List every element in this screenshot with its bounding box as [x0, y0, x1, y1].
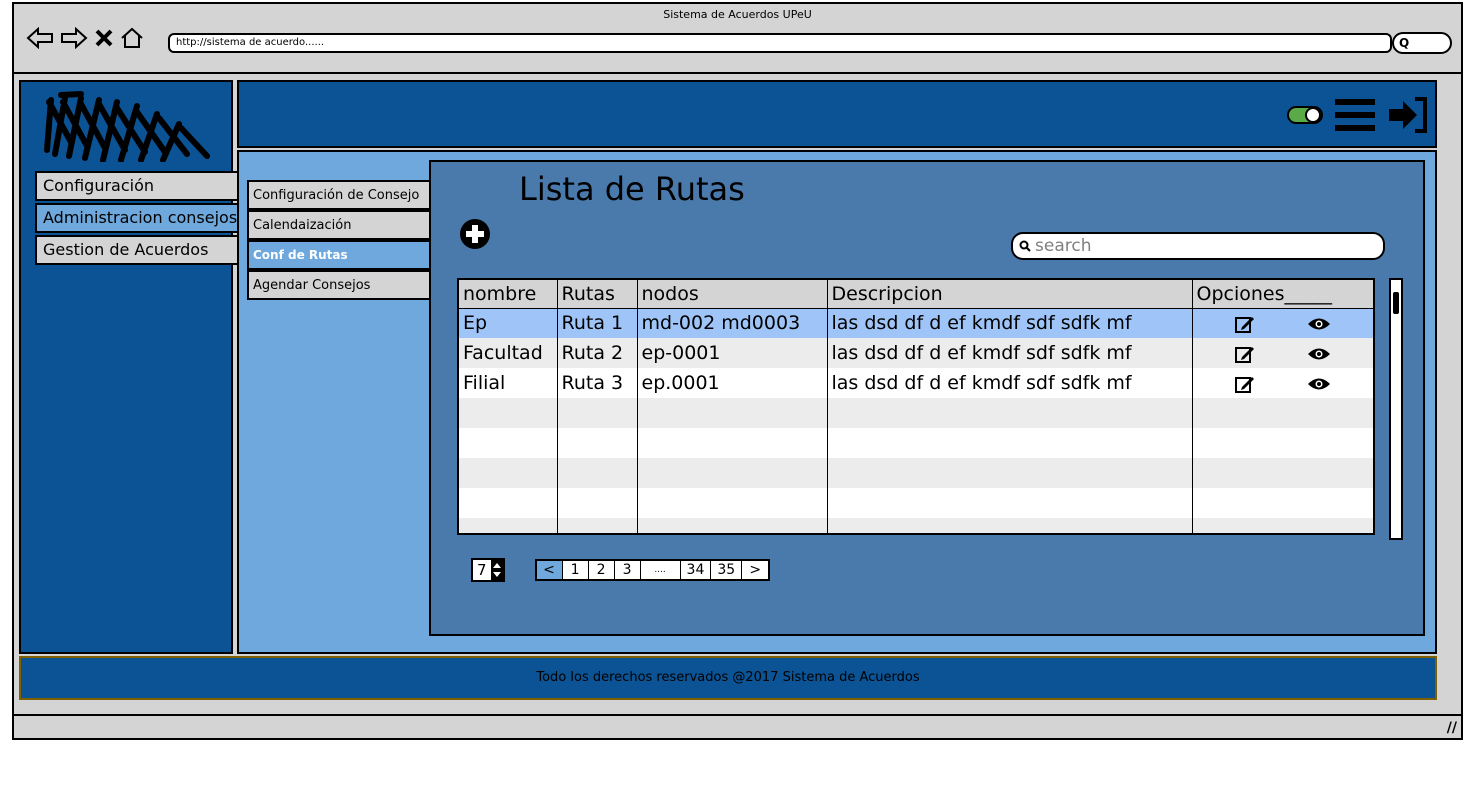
pagination-bar: 7 < 1 2 3 .... 34 35 >: [471, 558, 771, 582]
forward-arrow-icon[interactable]: [60, 27, 88, 49]
page-next[interactable]: >: [742, 561, 768, 579]
submenu-item-agendar-consejos[interactable]: Agendar Consejos: [247, 270, 433, 300]
page-size-value: 7: [477, 561, 487, 579]
resize-handle-icon[interactable]: //: [1447, 720, 1457, 736]
footer-text: Todo los derechos reservados @2017 Siste…: [536, 670, 920, 685]
page-1[interactable]: 1: [563, 561, 589, 579]
table-row: [459, 458, 1373, 488]
close-icon[interactable]: [94, 28, 114, 48]
table-row[interactable]: Facultad Ruta 2 ep-0001 las dsd df d ef …: [459, 338, 1373, 368]
edit-icon[interactable]: [1234, 374, 1256, 394]
cell-nombre: Filial: [459, 368, 558, 398]
side-menu: Configuración Administracion consejos Ge…: [35, 171, 239, 267]
table-row[interactable]: Filial Ruta 3 ep.0001 las dsd df d ef km…: [459, 368, 1373, 398]
cell-nodos: md-002 md0003: [637, 308, 828, 338]
view-eye-icon[interactable]: [1307, 317, 1331, 331]
edit-icon[interactable]: [1234, 314, 1256, 334]
sidebar: Configuración Administracion consejos Ge…: [19, 80, 239, 654]
browser-nav: [26, 24, 144, 52]
stepper-arrows-icon[interactable]: [490, 560, 503, 580]
page-2[interactable]: 2: [589, 561, 615, 579]
back-arrow-icon[interactable]: [26, 27, 54, 49]
submenu-item-calendaizacion[interactable]: Calendaización: [247, 210, 433, 240]
table-row: [459, 398, 1373, 428]
edit-icon[interactable]: [1234, 344, 1256, 364]
cell-opciones: [1192, 338, 1373, 368]
table-row[interactable]: Ep Ruta 1 md-002 md0003 las dsd df d ef …: [459, 308, 1373, 338]
column-header-rutas[interactable]: Rutas: [557, 280, 638, 309]
routes-panel: Lista de Rutas search nombre Rutas nodos…: [429, 160, 1425, 636]
view-eye-icon[interactable]: [1307, 347, 1331, 361]
page-ellipsis: ....: [641, 561, 681, 579]
submenu-item-configuracion-consejo[interactable]: Configuración de Consejo: [247, 180, 433, 210]
home-icon[interactable]: [120, 27, 144, 49]
table-row: [459, 428, 1373, 458]
status-divider: [14, 714, 1461, 716]
add-route-button[interactable]: [459, 218, 491, 250]
scroll-thumb[interactable]: [1393, 292, 1399, 314]
cell-nodos: ep-0001: [637, 338, 828, 368]
chrome-divider: [14, 72, 1461, 74]
page-3[interactable]: 3: [615, 561, 641, 579]
sidebar-item-configuracion[interactable]: Configuración: [35, 171, 239, 201]
routes-table: nombre Rutas nodos Descripcion Opciones_…: [457, 278, 1375, 535]
logo-scribble-icon: [44, 91, 210, 162]
sidebar-item-administracion-consejos[interactable]: Administracion consejos: [35, 203, 239, 233]
cell-opciones: [1192, 308, 1373, 338]
page-title: Lista de Rutas: [519, 170, 745, 208]
cell-nombre: Facultad: [459, 338, 558, 368]
cell-descripcion: las dsd df d ef kmdf sdf sdfk mf: [827, 338, 1193, 368]
table-scrollbar[interactable]: [1389, 278, 1403, 540]
view-eye-icon[interactable]: [1307, 377, 1331, 391]
browser-search-button[interactable]: Q: [1392, 32, 1452, 54]
cell-rutas: Ruta 2: [557, 338, 638, 368]
pagination: < 1 2 3 .... 34 35 >: [534, 559, 771, 581]
column-header-nodos[interactable]: nodos: [637, 280, 828, 309]
cell-descripcion: las dsd df d ef kmdf sdf sdfk mf: [827, 308, 1193, 338]
page-34[interactable]: 34: [681, 561, 712, 579]
header-icons: [1287, 96, 1429, 134]
search-pill-label: Q: [1399, 36, 1410, 50]
toggle-switch-icon[interactable]: [1287, 104, 1323, 126]
column-header-descripcion[interactable]: Descripcion: [827, 280, 1193, 309]
search-input[interactable]: search: [1011, 232, 1385, 260]
page-35[interactable]: 35: [711, 561, 743, 579]
table-row: [459, 488, 1373, 518]
cell-descripcion: las dsd df d ef kmdf sdf sdfk mf: [827, 368, 1193, 398]
search-icon: [1019, 240, 1031, 252]
menu-icon[interactable]: [1333, 97, 1377, 133]
cell-nodos: ep.0001: [637, 368, 828, 398]
page-prev[interactable]: <: [536, 561, 563, 579]
column-header-opciones[interactable]: Opciones_____: [1192, 280, 1373, 309]
cell-rutas: Ruta 3: [557, 368, 638, 398]
column-header-nombre[interactable]: nombre: [459, 280, 558, 309]
window-title: Sistema de Acuerdos UPeU: [663, 8, 812, 21]
url-input[interactable]: http://sistema de acuerdo......: [168, 33, 1392, 53]
table-row: [459, 518, 1373, 533]
cell-opciones: [1192, 368, 1373, 398]
top-header: [237, 80, 1437, 148]
cell-rutas: Ruta 1: [557, 308, 638, 338]
sidebar-item-gestion-acuerdos[interactable]: Gestion de Acuerdos: [35, 235, 239, 265]
submenu-item-conf-rutas[interactable]: Conf de Rutas: [247, 240, 433, 270]
sub-menu: Configuración de Consejo Calendaización …: [247, 180, 433, 300]
content-area: Configuración de Consejo Calendaización …: [237, 150, 1437, 654]
cell-nombre: Ep: [459, 308, 558, 338]
page-size-stepper[interactable]: 7: [471, 558, 505, 582]
search-placeholder: search: [1035, 236, 1092, 256]
logout-icon[interactable]: [1387, 96, 1429, 134]
footer: Todo los derechos reservados @2017 Siste…: [19, 656, 1437, 700]
